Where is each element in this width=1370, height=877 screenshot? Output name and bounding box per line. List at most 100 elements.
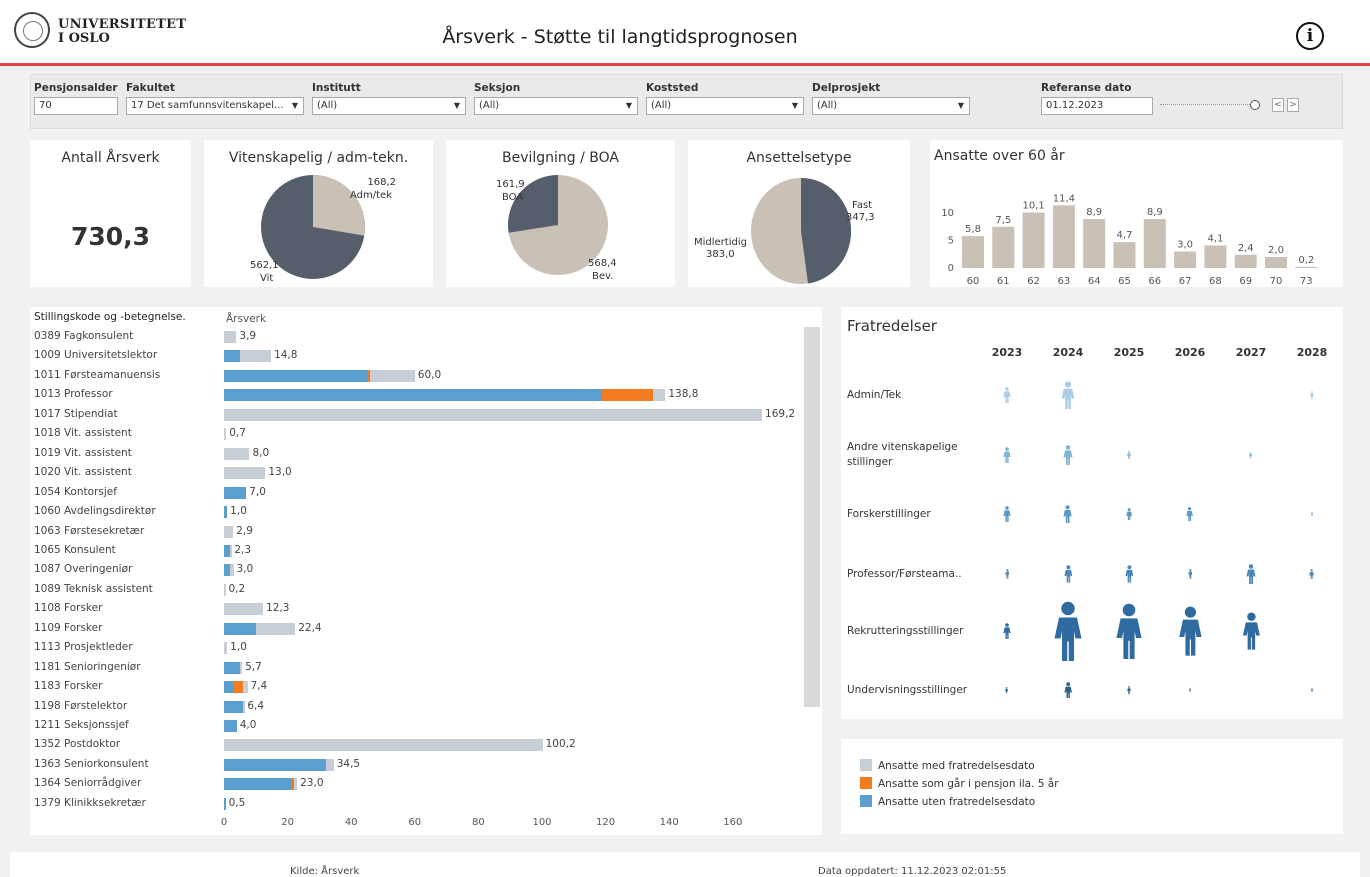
person-icon[interactable] [1242, 612, 1261, 650]
over60-bar[interactable] [962, 236, 984, 268]
person-icon[interactable] [1309, 568, 1315, 580]
barlist-bar-segment[interactable] [243, 700, 245, 713]
barlist-bar-segment[interactable] [224, 331, 237, 343]
pie-ans-midl-value: 383,0 [706, 249, 735, 260]
barlist-bar-segment[interactable] [224, 778, 291, 791]
pie-vit-adm-label: Adm/tek [350, 190, 392, 201]
over60-data-label: 4,1 [1207, 233, 1223, 244]
date-slider-track[interactable] [1160, 104, 1254, 105]
person-icon[interactable] [1003, 623, 1011, 639]
pensjonsalder-input[interactable]: 70 [34, 97, 118, 115]
over60-bar[interactable] [1295, 266, 1318, 268]
over60-bar[interactable] [992, 226, 1015, 268]
person-icon[interactable] [1127, 686, 1131, 694]
over60-bar[interactable] [1052, 205, 1075, 268]
person-icon[interactable] [1249, 451, 1253, 459]
barlist-bar-segment[interactable] [239, 661, 243, 674]
barlist-bar-segment[interactable] [224, 700, 244, 713]
barlist-row-label: 1089 Teknisk assistent [34, 582, 153, 595]
barlist-bar-segment[interactable] [239, 350, 272, 363]
delprosjekt-dropdown[interactable]: (All) ▼ [812, 97, 970, 115]
person-icon[interactable] [1003, 387, 1011, 403]
barlist-bar-segment[interactable] [233, 681, 244, 694]
person-icon[interactable] [1126, 507, 1132, 521]
barlist-bar-segment[interactable] [224, 758, 326, 771]
barlist-bar-segment[interactable] [224, 486, 247, 499]
barlist-bar-segment[interactable] [224, 720, 237, 732]
barlist-bar-segment[interactable] [243, 681, 248, 694]
barlist-bar-segment[interactable] [224, 350, 240, 363]
person-icon[interactable] [1311, 688, 1313, 692]
barlist-bar-segment[interactable] [293, 778, 298, 791]
barlist-bar-segment[interactable] [224, 681, 234, 694]
info-icon[interactable]: i [1296, 22, 1324, 50]
person-icon[interactable] [1005, 686, 1009, 694]
person-icon[interactable] [1125, 565, 1134, 583]
barlist-bar-segment[interactable] [230, 564, 234, 577]
fakultet-dropdown[interactable]: 17 Det samfunnsvitenskapel... ▼ [126, 97, 304, 115]
pie-vit-adm-value: 168,2 [367, 177, 396, 188]
person-icon[interactable] [1189, 688, 1191, 692]
pie-ans-slice-fast [801, 178, 851, 284]
person-icon[interactable] [1311, 512, 1313, 516]
over60-bar[interactable] [1265, 257, 1287, 268]
barlist-row-label: 1183 Forsker [34, 680, 103, 693]
barlist-bar-segment[interactable] [224, 428, 227, 441]
person-icon[interactable] [1186, 506, 1194, 522]
person-icon[interactable] [1178, 606, 1203, 656]
barlist-bar-segment[interactable] [224, 661, 240, 674]
date-slider-handle[interactable] [1250, 100, 1260, 110]
barlist-bar-segment[interactable] [224, 506, 228, 519]
person-icon[interactable] [1061, 381, 1075, 409]
barlist-bar-segment[interactable] [370, 369, 415, 382]
person-icon[interactable] [1063, 505, 1073, 524]
over60-bar[interactable] [1143, 219, 1166, 268]
barlist-bar-segment[interactable] [224, 525, 234, 538]
person-icon[interactable] [1064, 681, 1072, 699]
person-icon[interactable] [1310, 391, 1314, 399]
over60-bar[interactable] [1204, 245, 1227, 268]
person-icon[interactable] [1053, 601, 1083, 661]
barlist-bar-segment[interactable] [224, 622, 256, 635]
institutt-dropdown[interactable]: (All) ▼ [312, 97, 466, 115]
fratredelser-category-label: Forskerstillinger [847, 508, 931, 520]
chevron-left-icon[interactable]: < [1272, 98, 1284, 112]
koststed-dropdown[interactable]: (All) ▼ [646, 97, 804, 115]
barlist-scrollbar[interactable] [804, 327, 820, 707]
person-icon[interactable] [1127, 451, 1131, 459]
barlist-bar-segment[interactable] [224, 447, 250, 460]
person-icon[interactable] [1246, 564, 1256, 584]
barlist-bar-segment[interactable] [653, 389, 666, 402]
barlist-bar-segment[interactable] [230, 544, 232, 557]
person-icon[interactable] [1003, 506, 1011, 522]
person-icon[interactable] [1063, 445, 1073, 465]
over60-data-label: 7,5 [995, 215, 1011, 226]
person-icon[interactable] [1187, 569, 1193, 579]
seksjon-dropdown[interactable]: (All) ▼ [474, 97, 638, 115]
barlist-bar-segment[interactable] [224, 797, 226, 810]
barlist-bar-segment[interactable] [224, 583, 226, 596]
barlist-bar-segment[interactable] [224, 408, 763, 421]
barlist-bar-value: 0,5 [228, 796, 246, 809]
barlist-bar-segment[interactable] [224, 369, 368, 382]
barlist-bar-segment[interactable] [255, 622, 296, 635]
barlist-bar-segment[interactable] [224, 389, 603, 402]
person-icon[interactable] [1064, 565, 1073, 583]
barlist-bar-segment[interactable] [224, 642, 228, 655]
barlist-bar-segment[interactable] [224, 603, 264, 616]
person-icon[interactable] [1003, 447, 1011, 463]
person-icon[interactable] [1004, 569, 1010, 579]
over60-bar[interactable] [1234, 254, 1257, 268]
barlist-bar-segment[interactable] [325, 758, 334, 771]
over60-bar[interactable] [1174, 251, 1197, 269]
barlist-bar-segment[interactable] [224, 467, 266, 480]
referanse-date-input[interactable]: 01.12.2023 [1041, 97, 1153, 115]
over60-bar[interactable] [1113, 242, 1136, 268]
over60-xtick: 70 [1270, 276, 1283, 287]
person-icon[interactable] [1115, 603, 1143, 659]
barlist-bar-segment[interactable] [602, 389, 654, 402]
over60-bar[interactable] [1022, 212, 1045, 268]
barlist-bar-segment[interactable] [224, 739, 543, 752]
over60-bar[interactable] [1083, 219, 1106, 268]
chevron-right-icon[interactable]: > [1287, 98, 1299, 112]
